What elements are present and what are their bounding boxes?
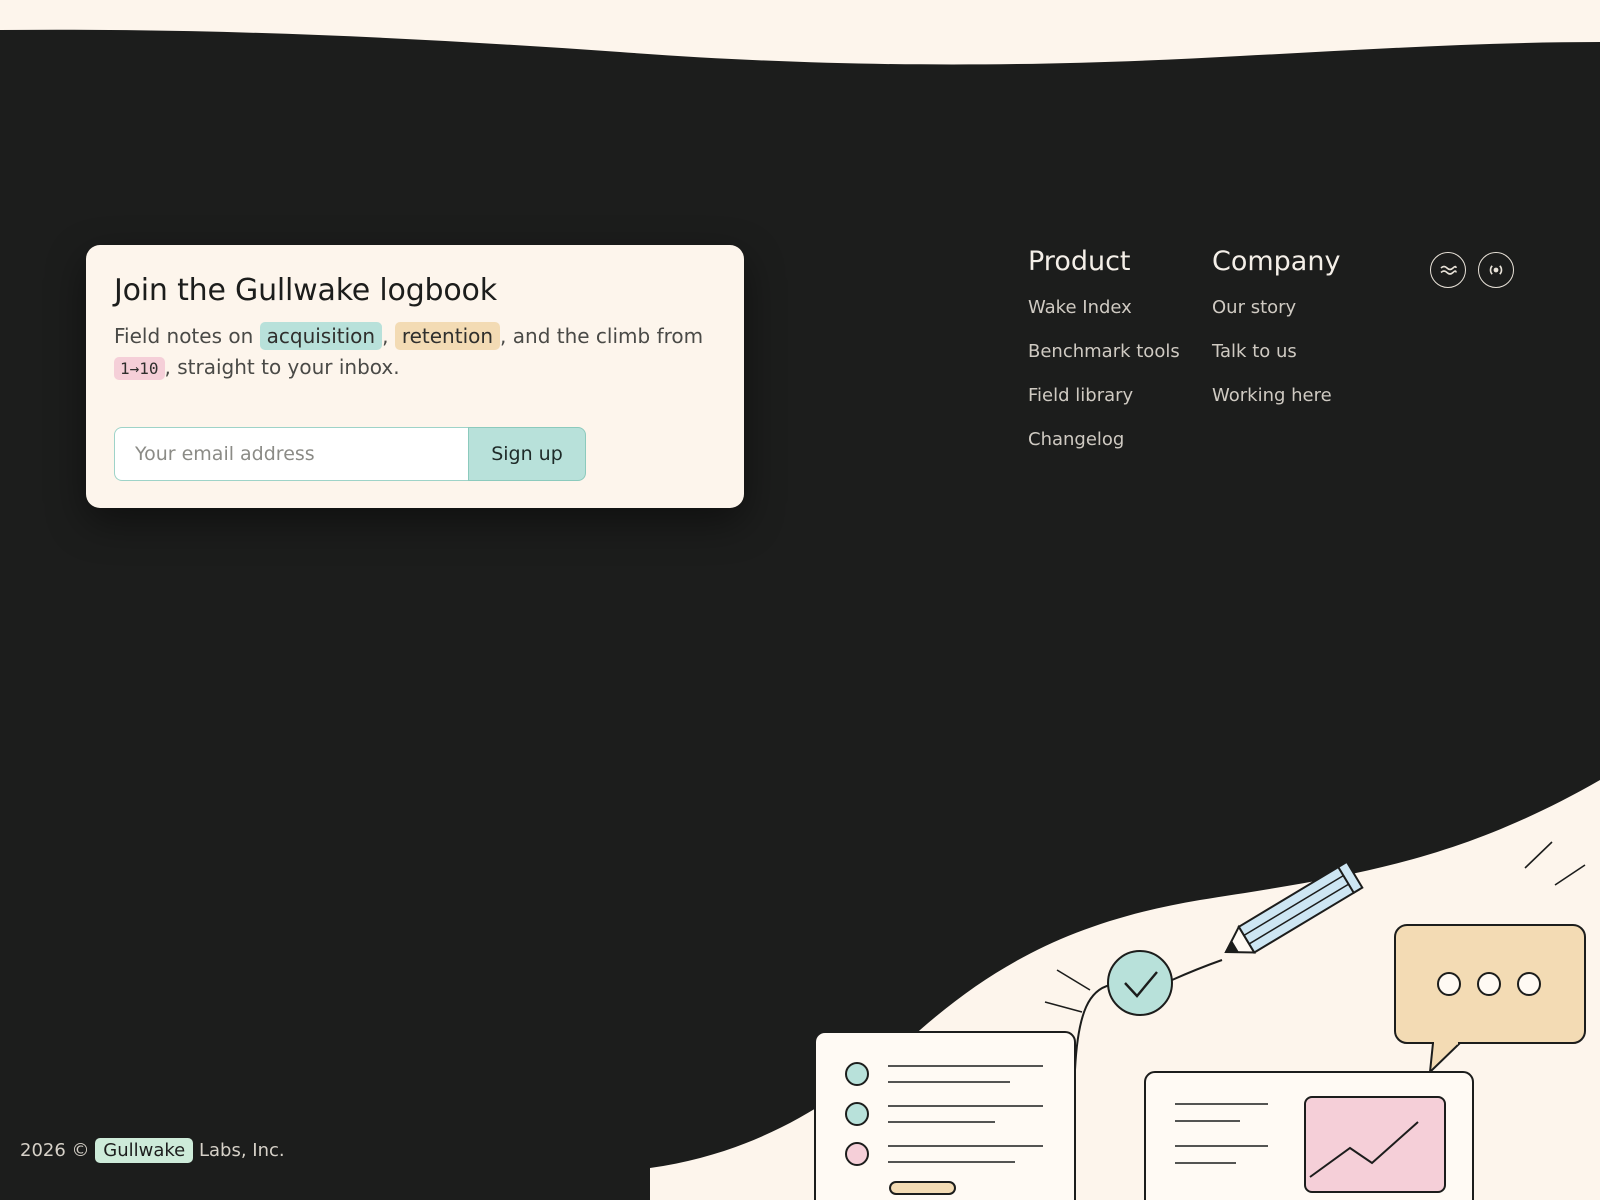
brand-chip: Gullwake — [95, 1138, 194, 1163]
email-field[interactable] — [114, 427, 468, 481]
nav-link-wake-index[interactable]: Wake Index — [1028, 297, 1132, 318]
copyright-year: 2026 © — [20, 1140, 90, 1161]
social-broadcast-button[interactable] — [1478, 252, 1514, 288]
analytics-card-illustration — [1144, 1071, 1474, 1200]
desc-comma: , — [382, 324, 395, 348]
task-list-illustration — [814, 1031, 1076, 1200]
desc-prefix: Field notes on — [114, 324, 260, 348]
social-waves-button[interactable] — [1430, 252, 1466, 288]
nav-company-heading: Company — [1212, 246, 1341, 277]
signup-form: Sign up — [114, 427, 586, 481]
tag-range: 1→10 — [114, 357, 165, 380]
nav-link-talk-to-us[interactable]: Talk to us — [1212, 341, 1297, 362]
nav-link-working-here[interactable]: Working here — [1212, 385, 1332, 406]
nav-company: Company Our story Talk to us Working her… — [1212, 246, 1340, 428]
top-wave — [0, 0, 1600, 65]
desc-mid: , and the climb from — [500, 324, 704, 348]
tag-retention: retention — [394, 322, 501, 350]
copyright: 2026 © Gullwake Labs, Inc. — [20, 1138, 285, 1163]
nav-link-benchmark-tools[interactable]: Benchmark tools — [1028, 341, 1180, 362]
nav-link-changelog[interactable]: Changelog — [1028, 429, 1124, 450]
nav-link-our-story[interactable]: Our story — [1212, 297, 1296, 318]
newsletter-title: Join the Gullwake logbook — [114, 273, 497, 308]
signup-button[interactable]: Sign up — [468, 427, 586, 481]
waves-icon — [1440, 265, 1457, 275]
nav-link-field-library[interactable]: Field library — [1028, 385, 1133, 406]
nav-product-heading: Product — [1028, 246, 1131, 277]
newsletter-card: Join the Gullwake logbook Field notes on… — [86, 245, 744, 508]
tag-acquisition: acquisition — [259, 322, 383, 350]
nav-product-list: Wake Index Benchmark tools Field library… — [1028, 296, 1180, 452]
nav-product: Product Wake Index Benchmark tools Field… — [1028, 246, 1180, 472]
broadcast-icon — [1489, 265, 1503, 275]
desc-suffix: , straight to your inbox. — [164, 355, 400, 379]
newsletter-description: Field notes on acquisition, retention, a… — [114, 321, 716, 384]
background-decoration — [0, 0, 1600, 1200]
nav-company-list: Our story Talk to us Working here — [1212, 296, 1340, 408]
copyright-suffix: Labs, Inc. — [198, 1140, 285, 1161]
